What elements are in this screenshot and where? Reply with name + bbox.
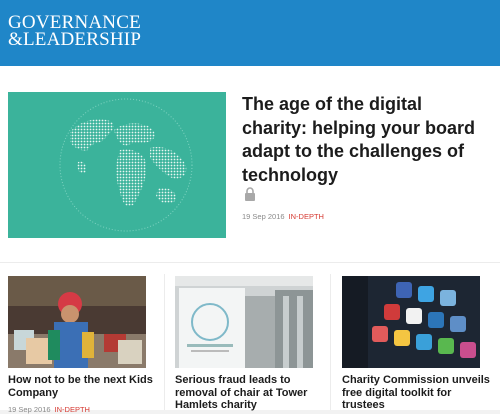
article-image-3[interactable] (342, 276, 480, 368)
featured-title[interactable]: The age of the digital charity: helping … (242, 93, 492, 187)
woman-with-gifts (8, 276, 146, 368)
article-title-1[interactable]: How not to be the next Kids Company (8, 374, 158, 399)
article-title-3[interactable]: Charity Commission unveils free digital … (342, 374, 492, 412)
column-separator (164, 274, 165, 410)
column-separator (330, 274, 331, 410)
one-building-sign (175, 276, 313, 368)
site-header: GOVERNANCE &LEADERSHIP (0, 0, 500, 66)
featured-meta: 19 Sep 2016 IN-DEPTH (242, 212, 324, 221)
article-title-2[interactable]: Serious fraud leads to removal of chair … (175, 374, 325, 412)
featured-date: 19 Sep 2016 (242, 212, 285, 221)
section-divider (0, 262, 500, 263)
article-image-2[interactable] (175, 276, 313, 368)
content-area: The age of the digital charity: helping … (0, 66, 500, 414)
article-image-1[interactable] (8, 276, 146, 368)
site-logo[interactable]: GOVERNANCE &LEADERSHIP (8, 13, 142, 50)
smartphone-apps (342, 276, 480, 368)
lock-icon (244, 187, 258, 201)
globe-illustration (59, 98, 193, 232)
logo-line-2: &LEADERSHIP (8, 29, 142, 50)
featured-image[interactable] (8, 92, 226, 238)
featured-tag[interactable]: IN-DEPTH (289, 212, 324, 221)
